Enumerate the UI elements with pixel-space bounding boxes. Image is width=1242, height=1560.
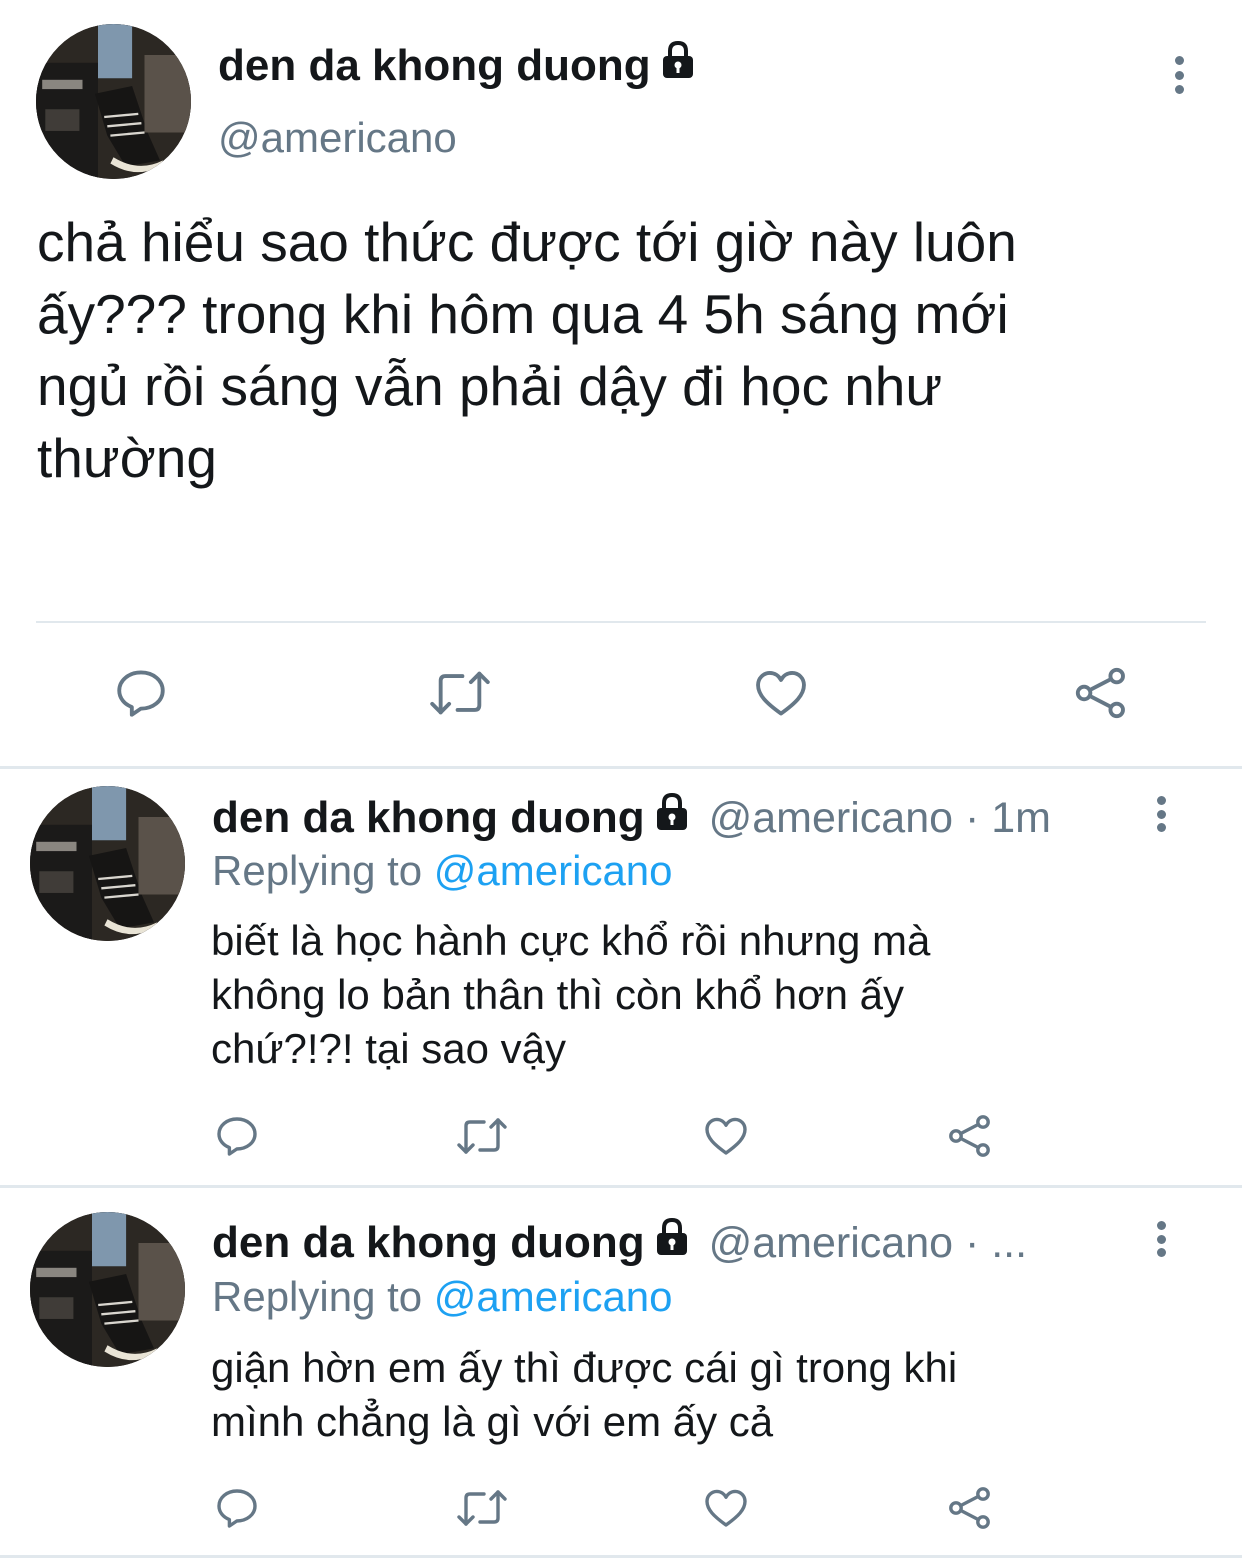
replying-to-link[interactable]: @americano	[434, 1273, 673, 1320]
author-name[interactable]: den da khong duong	[218, 41, 651, 90]
reply-text-line: chứ?!?! tại sao vậy	[211, 1025, 566, 1072]
replying-to-label: Replying to	[212, 847, 423, 894]
avatar[interactable]	[36, 24, 191, 179]
author-handle-time[interactable]: @americano · 1m	[709, 794, 1051, 842]
like-icon[interactable]	[701, 1112, 751, 1160]
more-vertical-icon[interactable]	[1154, 1221, 1168, 1257]
more-vertical-icon[interactable]	[1172, 56, 1186, 94]
lock-icon	[659, 38, 697, 94]
tweet-text-line: chả hiểu sao thức được tới giờ này luôn	[37, 211, 1017, 273]
author-name[interactable]: den da khong duong	[212, 1218, 645, 1267]
replying-to-link[interactable]: @americano	[434, 847, 673, 894]
divider	[0, 766, 1242, 769]
avatar[interactable]	[30, 1212, 185, 1367]
divider	[36, 621, 1206, 623]
share-icon[interactable]	[1070, 664, 1132, 722]
tweet-text-line: ngủ rồi sáng vẫn phải dậy đi học như	[37, 355, 943, 417]
reply-text-line: giận hờn em ấy thì được cái gì trong khi	[211, 1344, 958, 1391]
author-handle[interactable]: @americano	[218, 112, 457, 164]
reply-text: biết là học hành cực khổ rồi nhưng mà kh…	[211, 914, 930, 1076]
divider	[0, 1555, 1242, 1558]
retweet-icon[interactable]	[454, 1112, 510, 1160]
lock-icon	[653, 1215, 691, 1271]
avatar[interactable]	[30, 786, 185, 941]
reply-text-line: biết là học hành cực khổ rồi nhưng mà	[211, 917, 931, 964]
like-icon[interactable]	[701, 1484, 751, 1532]
retweet-icon[interactable]	[427, 664, 493, 722]
reply-text-line: không lo bản thân thì còn khổ hơn ấy	[211, 971, 905, 1018]
more-vertical-icon[interactable]	[1154, 796, 1168, 832]
reply-icon[interactable]	[213, 1484, 261, 1532]
reply-icon[interactable]	[213, 1112, 261, 1160]
author-name[interactable]: den da khong duong	[212, 793, 645, 842]
share-icon[interactable]	[945, 1112, 995, 1160]
tweet-text-line: thường	[37, 427, 217, 489]
replying-to-label: Replying to	[212, 1273, 423, 1320]
reply-text: giận hờn em ấy thì được cái gì trong khi…	[211, 1341, 957, 1449]
share-icon[interactable]	[945, 1484, 995, 1532]
tweet-text: chả hiểu sao thức được tới giờ này luôn …	[37, 206, 1017, 494]
divider	[0, 1185, 1242, 1188]
retweet-icon[interactable]	[454, 1484, 510, 1532]
reply-text-line: mình chẳng là gì với em ấy cả	[211, 1398, 774, 1445]
reply-icon[interactable]	[112, 664, 170, 722]
author-handle-time[interactable]: @americano · ...	[709, 1219, 1027, 1267]
lock-icon	[653, 790, 691, 846]
tweet-text-line: ấy??? trong khi hôm qua 4 5h sáng mới	[37, 283, 1009, 345]
like-icon[interactable]	[750, 664, 812, 722]
